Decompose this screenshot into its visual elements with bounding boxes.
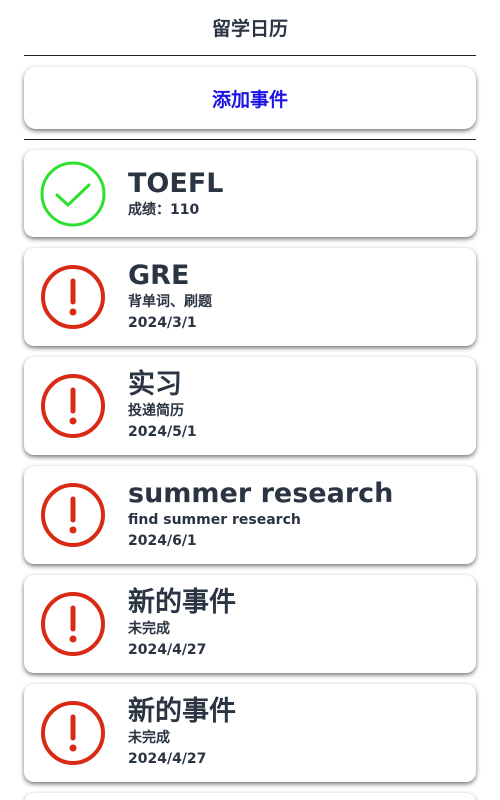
event-card[interactable]: TOEFL 成绩：110 [24, 150, 476, 237]
event-text: TOEFL 成绩：110 [128, 168, 223, 220]
event-card[interactable]: 新的事件 未完成 2024/4/27 [24, 684, 476, 782]
event-text: summer research find summer research 202… [128, 478, 393, 552]
event-text: GRE 背单词、刷题 2024/3/1 [128, 260, 212, 334]
event-card[interactable]: GRE 背单词、刷题 2024/3/1 [24, 248, 476, 346]
exclamation-circle-icon [40, 700, 106, 766]
event-date: 2024/4/27 [128, 642, 207, 658]
exclamation-circle-icon [40, 591, 106, 657]
event-subtitle: 投递简历 [128, 403, 184, 419]
event-subtitle: 背单词、刷题 [128, 294, 212, 310]
exclamation-circle-icon [40, 373, 106, 439]
event-subtitle: 未完成 [128, 621, 170, 637]
event-title: TOEFL [128, 167, 224, 199]
check-circle-icon [40, 161, 106, 227]
event-card[interactable]: 实习 投递简历 2024/5/1 [24, 357, 476, 455]
event-title: summer research [128, 478, 394, 509]
event-subtitle: 未完成 [128, 730, 170, 746]
event-title: 新的事件 [128, 696, 236, 727]
page-title: 留学日历 [24, 0, 476, 56]
event-date: 2024/3/1 [128, 315, 197, 331]
event-text: 新的事件 未完成 2024/4/27 [128, 696, 236, 770]
event-title: 新的事件 [128, 587, 236, 618]
event-date: 2024/4/27 [128, 751, 207, 767]
divider [24, 139, 476, 140]
add-event-button[interactable]: 添加事件 [24, 67, 476, 129]
event-card-partial[interactable] [24, 793, 476, 800]
event-text: 新的事件 未完成 2024/4/27 [128, 587, 236, 661]
event-card[interactable]: summer research find summer research 202… [24, 466, 476, 564]
event-title: GRE [128, 260, 190, 291]
event-subtitle: find summer research [128, 512, 301, 528]
event-text: 实习 投递简历 2024/5/1 [128, 369, 197, 443]
event-date: 2024/5/1 [128, 424, 197, 440]
event-title: 实习 [128, 369, 182, 400]
exclamation-circle-icon [40, 264, 106, 330]
event-subtitle: 成绩：110 [128, 201, 200, 218]
event-list: TOEFL 成绩：110 GRE 背单词、刷题 2024/3/1 实习 投递简历… [0, 150, 500, 800]
event-date: 2024/6/1 [128, 533, 197, 549]
event-card[interactable]: 新的事件 未完成 2024/4/27 [24, 575, 476, 673]
app-frame: 留学日历 添加事件 TOEFL 成绩：110 GRE 背单词、刷题 2024/3… [0, 0, 500, 800]
exclamation-circle-icon [40, 482, 106, 548]
